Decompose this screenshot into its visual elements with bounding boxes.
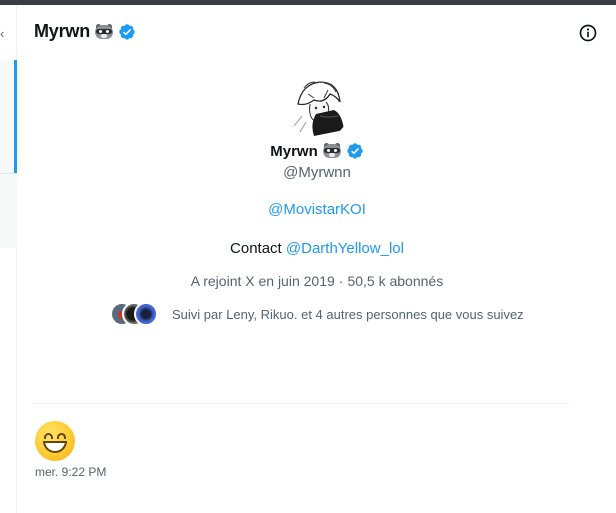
- verified-badge-icon: [119, 23, 135, 40]
- grinning-face-emoji-icon[interactable]: [35, 421, 75, 461]
- followed-by-text: Suivi par Leny, Rikuo. et 4 autres perso…: [172, 306, 524, 322]
- followers-count[interactable]: 50,5 k abonnés: [347, 273, 443, 289]
- bio-mention-link[interactable]: @MovistarKOI: [268, 201, 366, 218]
- header-name-row[interactable]: Myrwn: [34, 21, 136, 42]
- profile-handle: @Myrwnn: [283, 164, 351, 181]
- follower-avatar: [134, 302, 158, 326]
- conversation-header: Myrwn: [18, 5, 616, 58]
- raccoon-emoji-icon: [322, 143, 342, 159]
- profile-name-row: Myrwn: [18, 142, 616, 160]
- info-icon[interactable]: [578, 23, 598, 43]
- profile-card: Myrwn @Myrwnn @MovistarKOI Contact @Dart…: [18, 58, 616, 403]
- verified-badge-icon: [347, 143, 363, 159]
- avatar-illustration: [284, 74, 350, 140]
- bio-contact-link[interactable]: @DarthYellow_lol: [286, 240, 404, 257]
- profile-meta: A rejoint X en juin 2019 · 50,5 k abonnés: [18, 273, 616, 289]
- joined-date: A rejoint X en juin 2019: [190, 273, 335, 289]
- active-conversation-indicator: [14, 60, 17, 173]
- raccoon-emoji-icon: [94, 23, 114, 40]
- followed-by-avatars: [110, 302, 158, 326]
- meta-separator: ·: [338, 273, 344, 289]
- conversation-list-edge: ‹: [0, 5, 17, 513]
- profile-bio-line-1: @MovistarKOI: [18, 201, 616, 218]
- chevron-left-icon[interactable]: ‹: [0, 27, 4, 40]
- profile-display-name: Myrwn: [270, 142, 318, 160]
- profile-avatar[interactable]: [284, 74, 350, 140]
- followed-by-row[interactable]: Suivi par Leny, Rikuo. et 4 autres perso…: [110, 302, 524, 326]
- message-timestamp: mer. 9:22 PM: [35, 465, 107, 479]
- list-divider: [0, 173, 17, 174]
- header-display-name: Myrwn: [34, 21, 91, 41]
- bio-contact-label: Contact: [230, 240, 282, 257]
- profile-bio-line-2: Contact @DarthYellow_lol: [18, 240, 616, 257]
- section-divider: [34, 403, 570, 404]
